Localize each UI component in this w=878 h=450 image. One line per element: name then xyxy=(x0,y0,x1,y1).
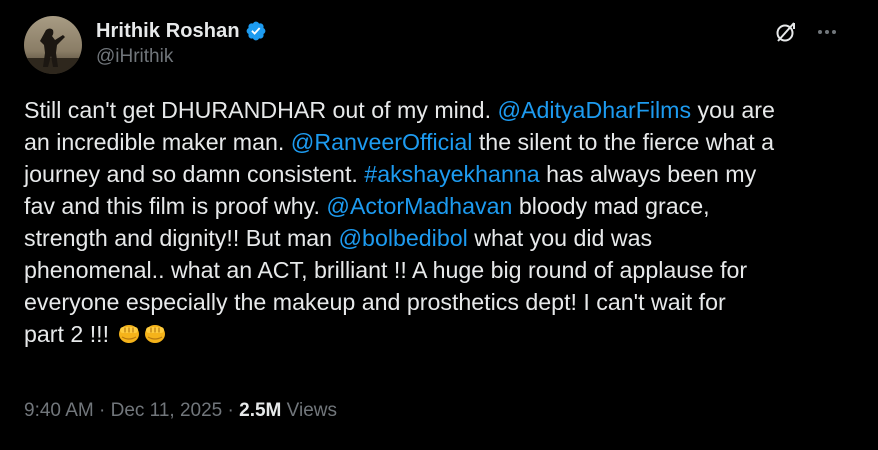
tweet-text: Still can't get DHURANDHAR out of my min… xyxy=(24,94,854,350)
tweet-line: an incredible maker man. @RanveerOfficia… xyxy=(24,126,854,158)
mention-link[interactable]: @bolbedibol xyxy=(339,225,468,251)
tweet-text-segment: an incredible maker man. xyxy=(24,129,291,155)
grok-icon[interactable] xyxy=(774,20,798,44)
meta-separator: · xyxy=(93,400,111,421)
tweet-line: everyone especially the makeup and prost… xyxy=(24,286,854,318)
mention-link[interactable]: @RanveerOfficial xyxy=(291,129,473,155)
oncoming-fist-emoji-icon xyxy=(116,320,142,346)
tweet-text-segment: bloody mad grace, xyxy=(512,193,710,219)
avatar[interactable] xyxy=(24,16,82,74)
oncoming-fist-emoji-icon xyxy=(142,320,168,346)
tweet-line: part 2 !!! xyxy=(24,318,854,350)
tweet-meta: 9:40 AM · Dec 11, 2025 · 2.5M Views xyxy=(24,400,337,422)
more-icon[interactable] xyxy=(816,21,838,43)
mention-link[interactable]: @ActorMadhavan xyxy=(326,193,512,219)
tweet-text-segment: what you did was xyxy=(467,225,653,251)
tweet-text-segment: part 2 !!! xyxy=(24,321,116,347)
views-label: Views xyxy=(281,400,337,421)
author-handle[interactable]: @iHrithik xyxy=(96,46,267,68)
author-info: Hrithik Roshan @iHrithik xyxy=(96,18,267,68)
tweet-text-segment: you are xyxy=(691,97,775,123)
mention-link[interactable]: @AdityaDharFilms xyxy=(497,97,691,123)
tweet-text-segment: phenomenal.. what an ACT, brilliant !! A… xyxy=(24,257,748,283)
tweet-text-segment: has always been my xyxy=(539,161,757,187)
tweet-text-segment: Still can't get DHURANDHAR out of my min… xyxy=(24,97,498,123)
tweet-text-segment: fav and this film is proof why. xyxy=(24,193,327,219)
tweet-text-segment: everyone especially the makeup and prost… xyxy=(24,289,726,315)
tweet-time[interactable]: 9:40 AM xyxy=(24,400,94,421)
tweet-date[interactable]: Dec 11, 2025 xyxy=(111,400,223,421)
tweet-text-segment: journey and so damn consistent. xyxy=(24,161,365,187)
tweet-line: journey and so damn consistent. #akshaye… xyxy=(24,158,854,190)
meta-separator: · xyxy=(222,400,240,421)
verified-badge-icon[interactable] xyxy=(245,20,267,42)
tweet-line: Still can't get DHURANDHAR out of my min… xyxy=(24,94,854,126)
author-display-name[interactable]: Hrithik Roshan xyxy=(96,20,240,43)
tweet-line: strength and dignity!! But man @bolbedib… xyxy=(24,222,854,254)
tweet-text-segment: the silent to the fierce what a xyxy=(472,129,775,155)
tweet-line: phenomenal.. what an ACT, brilliant !! A… xyxy=(24,254,854,286)
hashtag-link[interactable]: #akshayekhanna xyxy=(364,161,539,187)
tweet-card: Hrithik Roshan @iHrithik Still can't get… xyxy=(0,0,878,450)
views-count[interactable]: 2.5M xyxy=(239,400,281,421)
tweet-text-segment: strength and dignity!! But man xyxy=(24,225,339,251)
name-row: Hrithik Roshan xyxy=(96,18,267,44)
tweet-line: fav and this film is proof why. @ActorMa… xyxy=(24,190,854,222)
top-actions xyxy=(774,20,838,44)
